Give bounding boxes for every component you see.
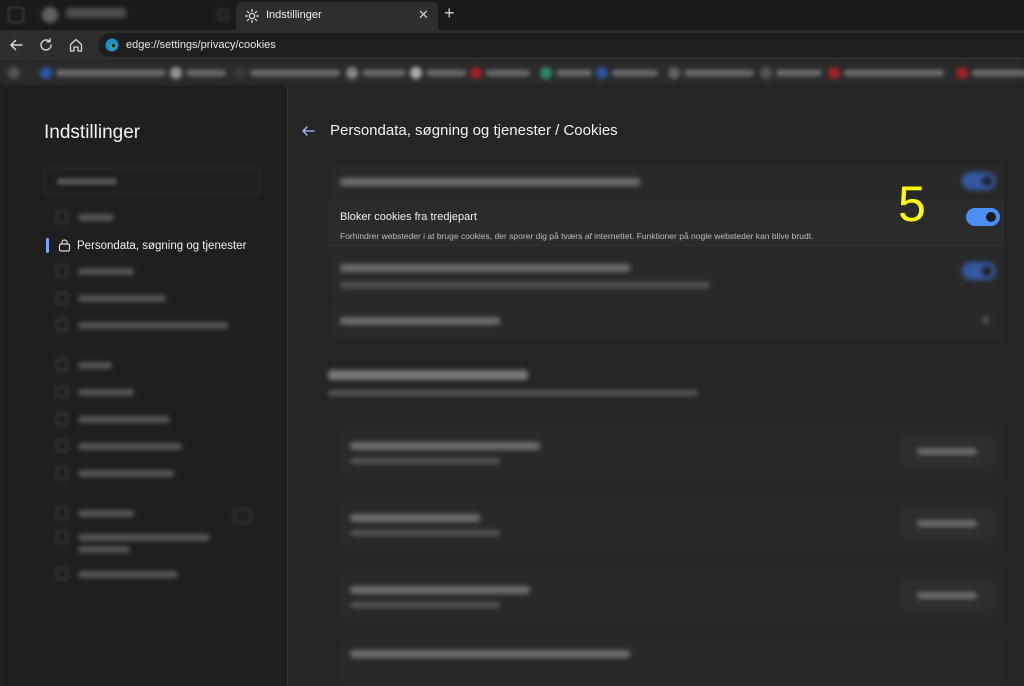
settings-row (338, 426, 1004, 478)
settings-sidebar: Indstillinger Persondata, søgning og tje… (4, 86, 288, 686)
tab-inactive[interactable] (32, 2, 236, 28)
home-icon[interactable] (68, 37, 84, 53)
favorites-bar (0, 60, 1024, 86)
settings-row[interactable] (328, 301, 1004, 341)
toolbar: edge://settings/privacy/cookies (0, 30, 1024, 60)
gear-icon (244, 8, 260, 24)
refresh-icon[interactable] (38, 37, 54, 53)
step-annotation: 5 (898, 176, 926, 232)
tab-favicon-icon (42, 7, 58, 23)
row-title: Bloker cookies fra tredjepart (340, 211, 477, 223)
page-title: Persondata, søgning og tjenester / Cooki… (330, 122, 618, 139)
settings-row (338, 498, 1004, 550)
arrow-left-icon[interactable] (300, 123, 316, 139)
add-button[interactable] (902, 510, 992, 536)
settings-row (328, 248, 1004, 300)
toggle-switch[interactable] (962, 262, 996, 280)
toggle-switch[interactable] (962, 172, 996, 190)
edge-logo-icon (105, 38, 119, 52)
new-tab-button[interactable]: + (444, 3, 455, 23)
tab-close-icon[interactable] (218, 10, 228, 20)
sidebar-item-label: Persondata, søgning og tjenester (77, 240, 247, 252)
settings-row (338, 638, 1004, 686)
close-icon[interactable]: ✕ (418, 7, 429, 23)
back-icon[interactable] (8, 37, 24, 53)
external-link-icon (234, 509, 252, 523)
sidebar-title: Indstillinger (44, 122, 141, 143)
active-indicator (46, 238, 49, 253)
settings-window: Indstillinger Persondata, søgning og tje… (4, 86, 1024, 686)
section-heading (328, 370, 528, 380)
tab-strip: Indstillinger ✕ + (0, 0, 1024, 30)
settings-search-input[interactable] (44, 168, 260, 194)
tab-title: Indstillinger (266, 9, 322, 21)
settings-row (338, 570, 1004, 622)
url-text: edge://settings/privacy/cookies (126, 39, 276, 51)
lock-icon (58, 239, 71, 252)
row-description: Forhindrer websteder i at bruge cookies,… (340, 231, 814, 241)
section-description (328, 390, 698, 396)
tab-title-blurred (66, 8, 126, 18)
address-bar[interactable]: edge://settings/privacy/cookies (98, 33, 1024, 57)
block-third-party-toggle[interactable] (966, 208, 1000, 226)
add-button[interactable] (902, 582, 992, 608)
tab-settings[interactable]: Indstillinger ✕ (236, 2, 438, 30)
sidebar-item-privacy[interactable]: Persondata, søgning og tjenester (44, 236, 284, 256)
workspaces-icon[interactable] (8, 7, 24, 23)
add-button[interactable] (902, 438, 992, 464)
